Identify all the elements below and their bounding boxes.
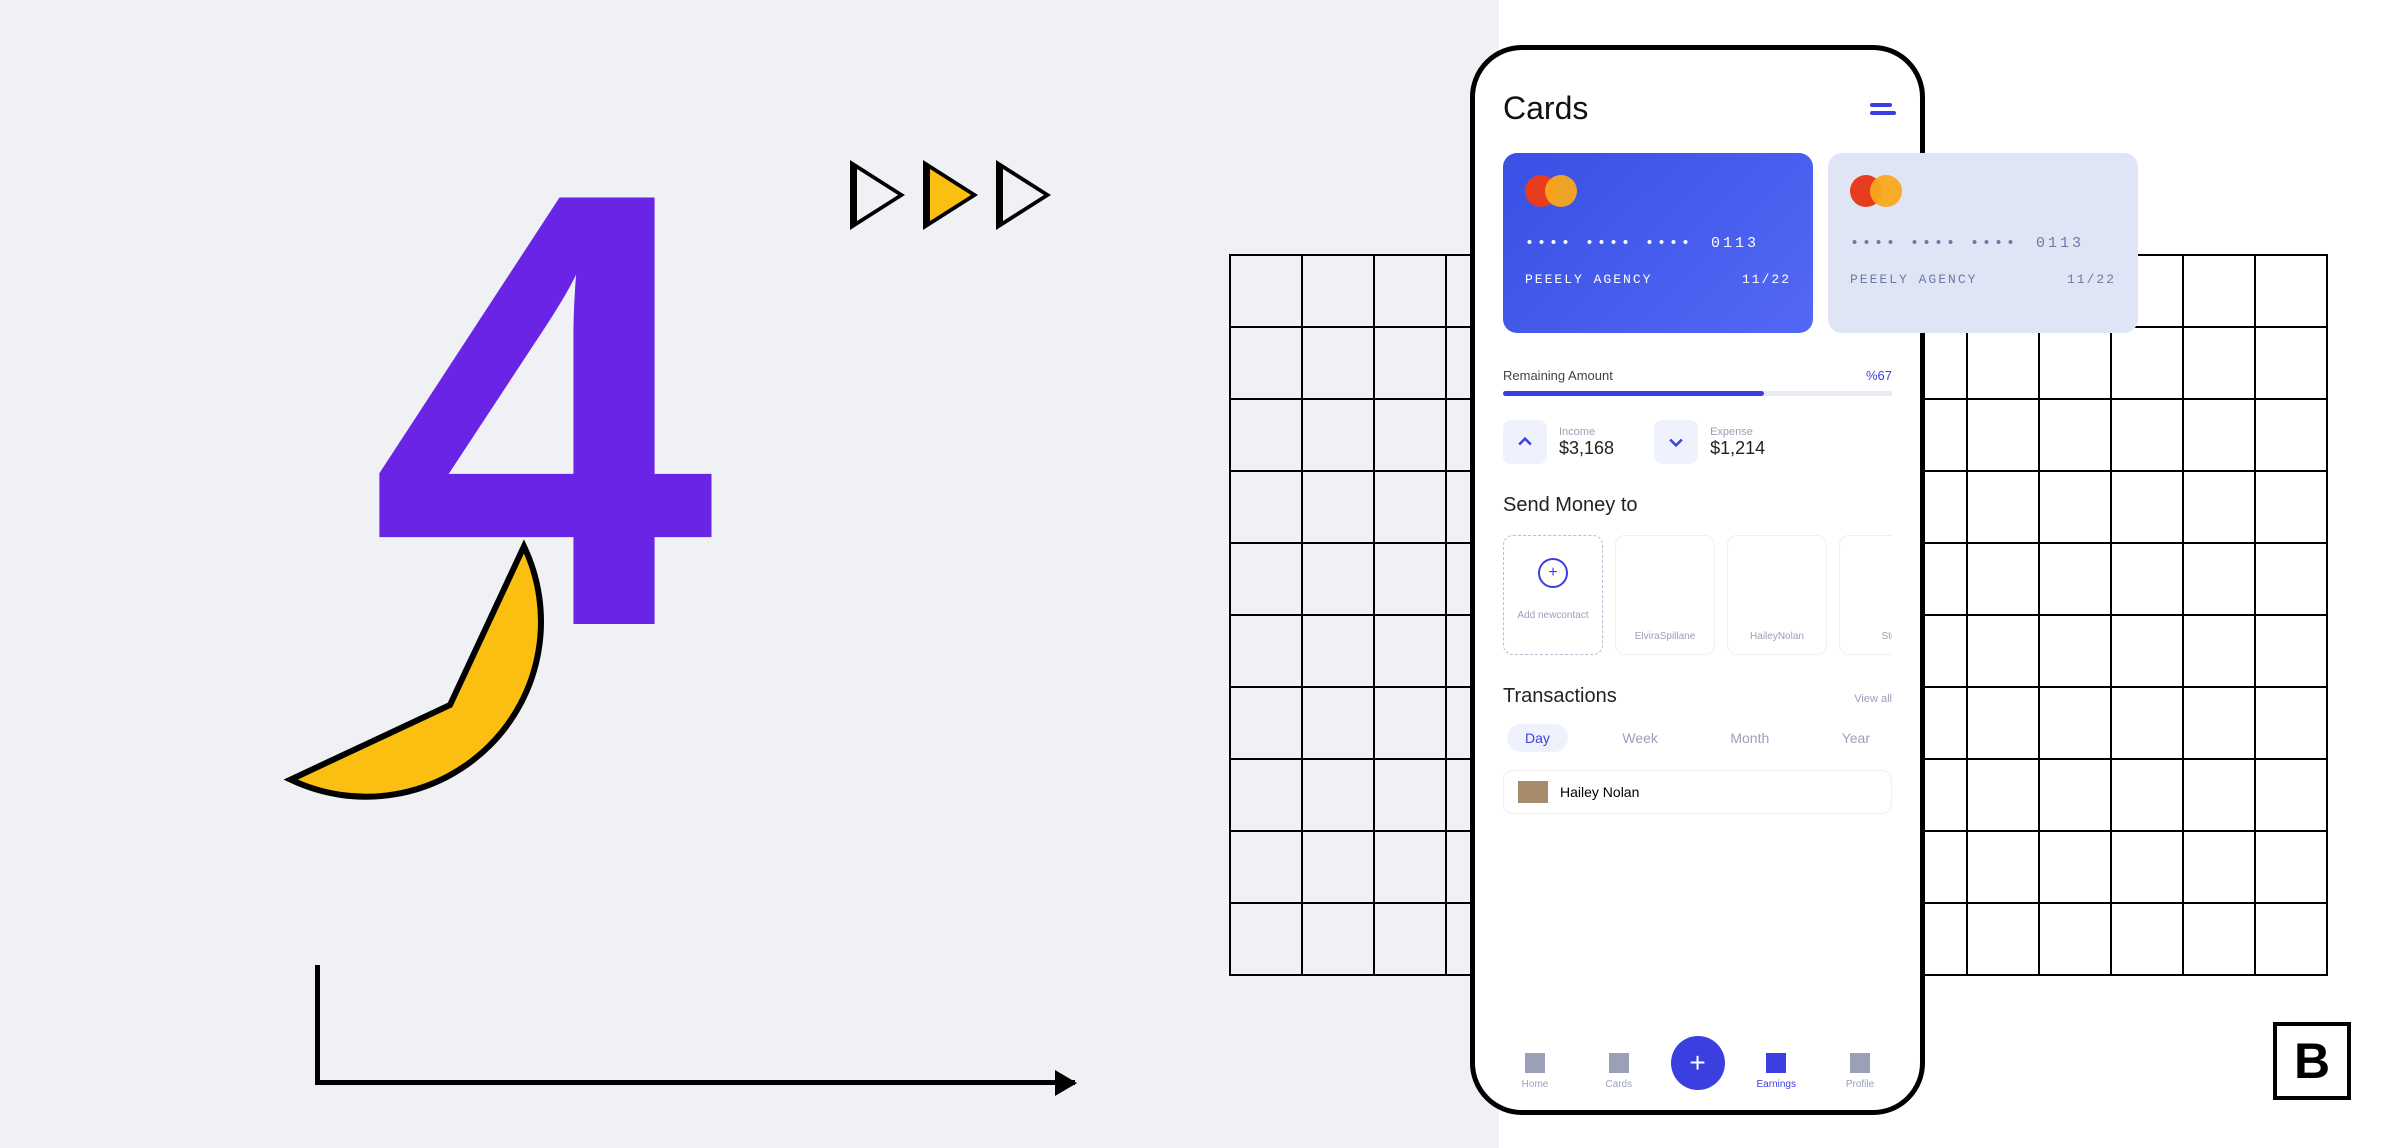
bottom-nav: Home Cards + Earnings Profile <box>1503 1053 1892 1090</box>
arrow-line <box>315 965 1075 1085</box>
income-value: $3,168 <box>1559 438 1614 459</box>
credit-card-secondary[interactable]: •••• •••• •••• 0113 PEEELY AGENCY 11/22 <box>1828 153 2138 333</box>
contact-item[interactable]: Ste <box>1839 535 1892 655</box>
chevron-down-icon <box>1654 420 1698 464</box>
transactions-title: Transactions <box>1503 685 1617 708</box>
transaction-row[interactable]: Hailey Nolan <box>1503 770 1892 814</box>
card-last4: 0113 <box>1711 235 1759 252</box>
triangle-arrows <box>850 160 1051 230</box>
cards-icon <box>1609 1053 1629 1073</box>
card-number-masked: •••• •••• •••• <box>1525 235 1693 252</box>
nav-label: Earnings <box>1757 1079 1796 1090</box>
triangle-icon <box>996 160 1051 230</box>
nav-earnings[interactable]: Earnings <box>1744 1053 1808 1090</box>
earnings-icon <box>1766 1053 1786 1073</box>
contact-name: Ste <box>1881 631 1892 642</box>
tab-year[interactable]: Year <box>1824 724 1888 752</box>
expense-label: Expense <box>1710 426 1765 438</box>
progress-fill <box>1503 391 1764 396</box>
avatar <box>1518 781 1548 803</box>
page-title: Cards <box>1503 90 1588 127</box>
home-icon <box>1525 1053 1545 1073</box>
plus-icon: + <box>1538 558 1568 588</box>
nav-home[interactable]: Home <box>1503 1053 1567 1090</box>
progress-bar <box>1503 391 1892 396</box>
nav-label: Home <box>1522 1079 1549 1090</box>
card-last4: 0113 <box>2036 235 2084 252</box>
income-label: Income <box>1559 426 1614 438</box>
transaction-name: Hailey Nolan <box>1560 784 1639 800</box>
view-all-link[interactable]: View all <box>1854 693 1892 705</box>
chevron-up-icon <box>1503 420 1547 464</box>
time-tabs: Day Week Month Year <box>1503 724 1892 752</box>
menu-icon[interactable] <box>1870 103 1892 115</box>
triangle-icon <box>850 160 905 230</box>
fab-add-button[interactable]: + <box>1671 1036 1725 1090</box>
contacts-row[interactable]: + Add newcontact ElviraSpillane HaileyNo… <box>1503 535 1892 655</box>
grid-pattern-right <box>1895 255 2327 975</box>
contact-name: HaileyNolan <box>1750 631 1804 642</box>
triangle-icon <box>923 160 978 230</box>
nav-profile[interactable]: Profile <box>1828 1053 1892 1090</box>
tab-week[interactable]: Week <box>1604 724 1676 752</box>
phone-mockup: Cards •••• •••• •••• 0113 PEEELY AGENCY … <box>1470 45 1925 1115</box>
expense-value: $1,214 <box>1710 438 1765 459</box>
remaining-percent: %67 <box>1866 368 1892 383</box>
contact-item[interactable]: ElviraSpillane <box>1615 535 1715 655</box>
income-stat: Income $3,168 <box>1503 420 1614 464</box>
cards-carousel[interactable]: •••• •••• •••• 0113 PEEELY AGENCY 11/22 … <box>1503 153 1892 338</box>
remaining-label: Remaining Amount <box>1503 368 1613 383</box>
card-number-masked: •••• •••• •••• <box>1850 235 2018 252</box>
nav-cards[interactable]: Cards <box>1587 1053 1651 1090</box>
number-four-graphic: 4 <box>370 100 715 720</box>
tab-day[interactable]: Day <box>1507 724 1568 752</box>
plus-icon: + <box>1689 1047 1705 1079</box>
nav-label: Profile <box>1846 1079 1874 1090</box>
card-holder: PEEELY AGENCY <box>1850 272 1977 287</box>
mastercard-icon <box>1850 175 2116 207</box>
expense-stat: Expense $1,214 <box>1654 420 1765 464</box>
add-contact-button[interactable]: + Add newcontact <box>1503 535 1603 655</box>
contact-item[interactable]: HaileyNolan <box>1727 535 1827 655</box>
add-contact-label: Add newcontact <box>1517 610 1588 621</box>
send-money-title: Send Money to <box>1503 494 1892 517</box>
profile-icon <box>1850 1053 1870 1073</box>
credit-card-primary[interactable]: •••• •••• •••• 0113 PEEELY AGENCY 11/22 <box>1503 153 1813 333</box>
nav-label: Cards <box>1605 1079 1632 1090</box>
tab-month[interactable]: Month <box>1712 724 1787 752</box>
mastercard-icon <box>1525 175 1791 207</box>
card-expiry: 11/22 <box>1742 272 1791 287</box>
card-holder: PEEELY AGENCY <box>1525 272 1652 287</box>
card-expiry: 11/22 <box>2067 272 2116 287</box>
contact-name: ElviraSpillane <box>1635 631 1696 642</box>
brand-logo: B <box>2273 1022 2351 1100</box>
